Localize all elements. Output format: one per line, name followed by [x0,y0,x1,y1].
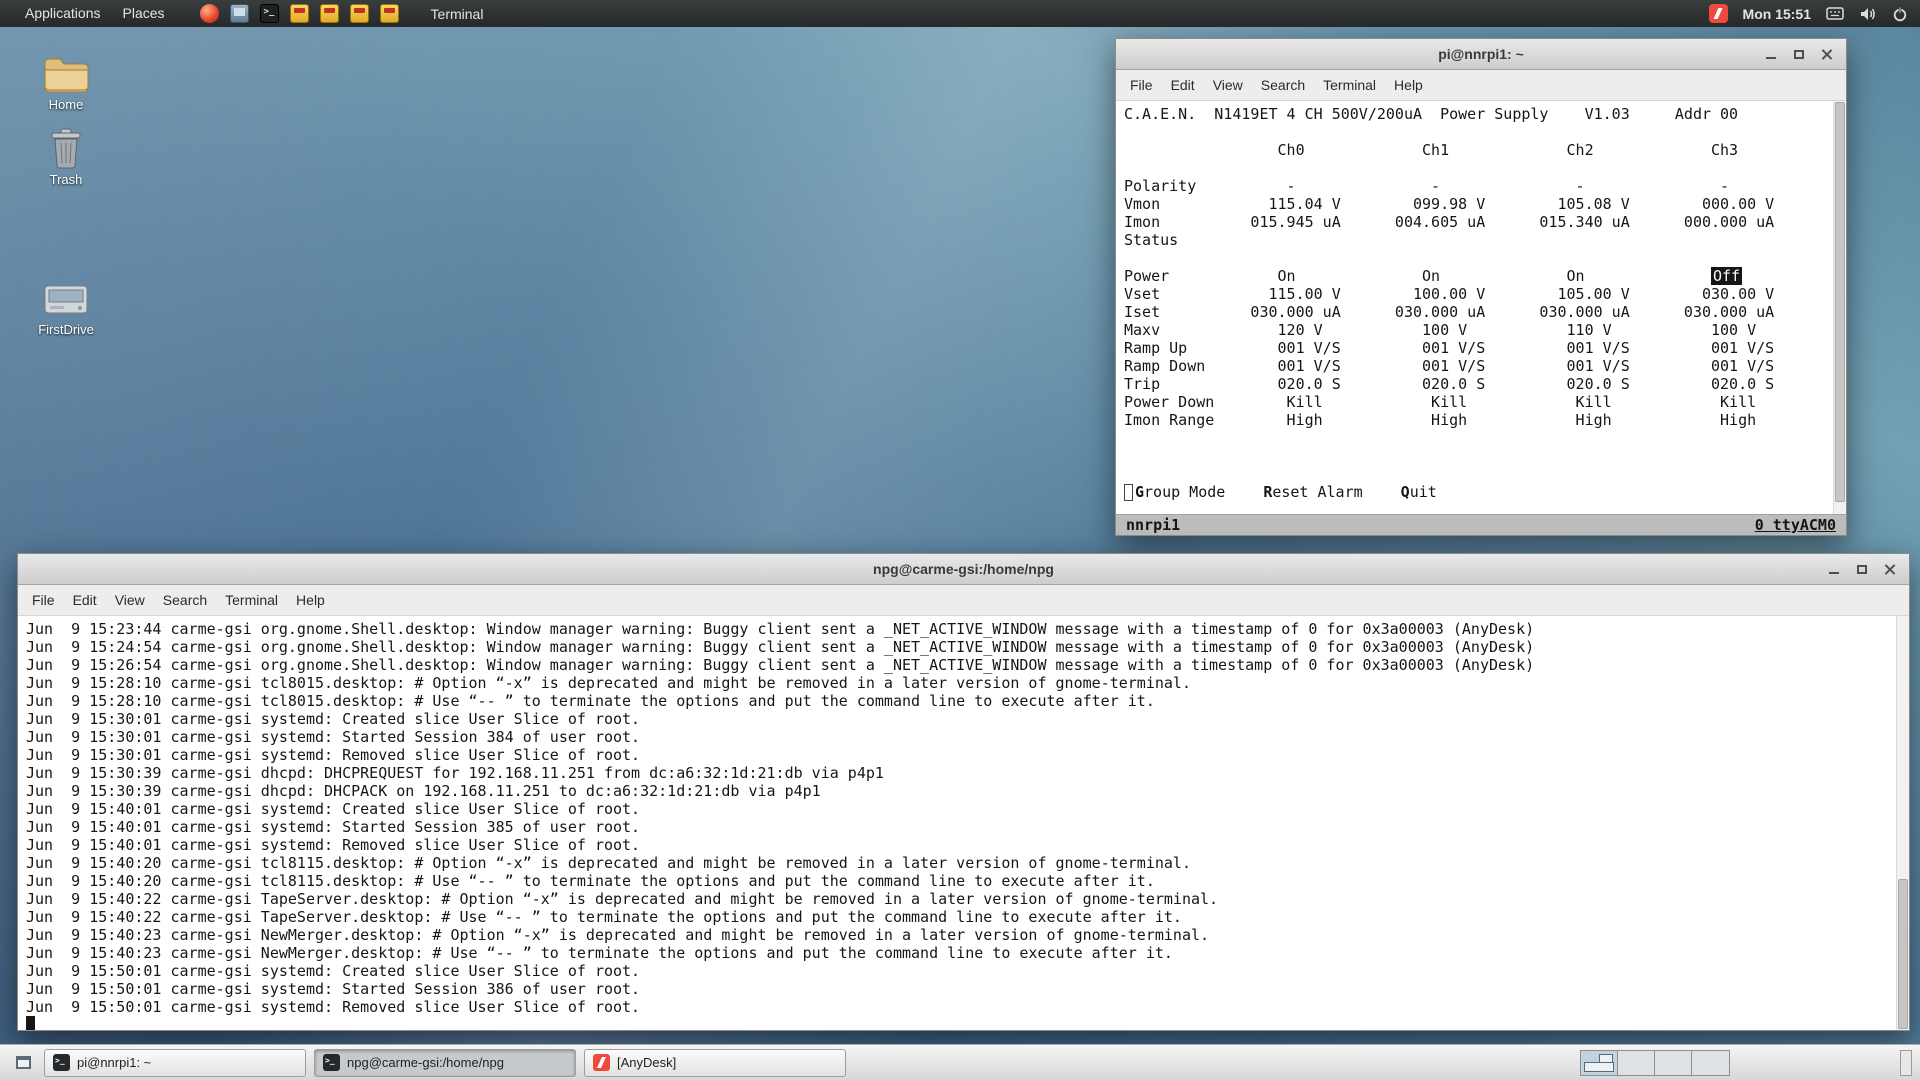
task-button-0[interactable]: pi@nnrpi1: ~ [44,1048,306,1077]
menu-view[interactable]: View [1204,77,1252,93]
caen-action-reset-alarm[interactable]: Reset Alarm [1263,483,1362,501]
log-scrollbar[interactable] [1896,616,1909,1030]
task-button-2[interactable]: [AnyDesk] [584,1048,846,1077]
task-label: pi@nnrpi1: ~ [77,1055,152,1070]
power-off-cell: Off [1711,267,1743,285]
workspace-switcher [1580,1049,1730,1076]
bottom-taskbar: pi@nnrpi1: ~ npg@carme-gsi:/home/npg [AnyD… [0,1044,1920,1080]
menu-terminal[interactable]: Terminal [1314,77,1385,93]
menu-edit[interactable]: Edit [64,592,106,608]
yellow-app-launcher-icon-4[interactable] [379,4,399,23]
terminal-launcher-icon[interactable] [259,4,279,23]
home-folder-icon [44,58,89,93]
menu-terminal[interactable]: Terminal [216,592,287,608]
desktop-icon-home[interactable]: Home [18,54,114,112]
panel-terminal-label[interactable]: Terminal [431,6,484,22]
workspace-4[interactable] [1692,1050,1729,1075]
desktop-icon-label: FirstDrive [38,322,94,337]
yellow-app-launcher-icon-3[interactable] [349,4,369,23]
show-desktop-icon [15,1056,31,1069]
panel-handle[interactable] [1900,1049,1912,1076]
log-terminal-window: npg@carme-gsi:/home/npg File Edit View Sear… [17,553,1910,1031]
caen-scrollbar[interactable] [1833,101,1846,514]
menu-search[interactable]: Search [154,592,216,608]
workspace-mini-window [1584,1061,1614,1072]
log-terminal-area[interactable]: Jun 9 15:23:44 carme-gsi org.gnome.Shell… [18,616,1909,1030]
keyboard-indicator-icon[interactable] [1826,6,1844,21]
menu-search[interactable]: Search [1252,77,1314,93]
log-menubar: File Edit View Search Terminal Help [18,585,1909,616]
caen-terminal-window: pi@nnrpi1: ~ File Edit View Search Terminal H… [1115,38,1847,536]
top-panel: ApplicationsPlaces Terminal Mon 15:51 [0,0,1920,27]
maximize-button[interactable] [1789,44,1809,64]
anydesk-tray-icon[interactable] [1708,4,1728,23]
anydesk-icon [593,1054,610,1071]
desktop-icon-label: Home [48,97,84,112]
volume-icon[interactable] [1859,6,1877,22]
log-titlebar[interactable]: npg@carme-gsi:/home/npg [18,554,1909,585]
workspace-3[interactable] [1655,1050,1692,1075]
caen-screen: C.A.E.N. N1419ET 4 CH 500V/200uA Power S… [1124,105,1775,429]
caen-titlebar[interactable]: pi@nnrpi1: ~ [1116,39,1846,70]
terminal-icon [53,1054,70,1071]
red-orb-launcher-icon[interactable] [199,4,219,23]
terminal-cursor-inactive [1124,483,1133,501]
menu-help[interactable]: Help [287,592,334,608]
terminal-cursor [26,1016,35,1030]
maximize-button[interactable] [1852,559,1872,579]
yellow-app-launcher-icon-2[interactable] [319,4,339,23]
minimize-button[interactable] [1824,559,1844,579]
menu-file[interactable]: File [23,592,64,608]
window-title: npg@carme-gsi:/home/npg [873,561,1054,577]
panel-menu-places[interactable]: Places [112,0,176,27]
panel-launchers [199,4,399,23]
menu-edit[interactable]: Edit [1162,77,1204,93]
files-launcher-icon[interactable] [229,4,249,23]
log-screen: Jun 9 15:23:44 carme-gsi org.gnome.Shell… [18,616,1909,1030]
yellow-app-launcher-icon-1[interactable] [289,4,309,23]
task-button-1[interactable]: npg@carme-gsi:/home/npg [314,1048,576,1077]
close-button[interactable] [1880,559,1900,579]
desktop-icon-firstdrive[interactable]: FirstDrive [18,281,114,337]
panel-menu-applications[interactable]: Applications [14,0,112,27]
window-controls [1824,559,1909,579]
workspace-2[interactable] [1618,1050,1655,1075]
caen-status-port: 0 ttyACM0 [1754,516,1836,534]
trash-icon [51,128,81,169]
workspace-1[interactable] [1581,1050,1618,1075]
panel-menus: Applications Places [14,0,176,27]
caen-status-bar: nnrpi1 0 ttyACM0 [1116,514,1846,535]
close-button[interactable] [1817,44,1837,64]
caen-action-group-mode[interactable]: Group Mode [1135,483,1225,501]
removable-drive-icon [44,285,88,314]
desktop-icon-label: Trash [49,172,83,187]
minimize-button[interactable] [1761,44,1781,64]
scrollbar-thumb[interactable] [1835,102,1845,502]
caen-actions-row: Group Mode Reset Alarm Quit [1124,483,1846,501]
menu-file[interactable]: File [1121,77,1162,93]
scrollbar-thumb[interactable] [1898,879,1908,1029]
clock[interactable]: Mon 15:51 [1743,6,1811,22]
desktop-icon-trash[interactable]: Trash [18,127,114,187]
window-title: pi@nnrpi1: ~ [1438,46,1524,62]
power-icon[interactable] [1892,6,1908,22]
panel-status-area: Mon 15:51 [1708,4,1908,23]
window-controls [1761,44,1846,64]
taskbar-window-list: pi@nnrpi1: ~ npg@carme-gsi:/home/npg [AnyD… [44,1048,846,1077]
show-desktop-button[interactable] [10,1050,36,1076]
terminal-icon [323,1054,340,1071]
caen-status-host: nnrpi1 [1126,516,1181,534]
menu-view[interactable]: View [106,592,154,608]
caen-terminal-area[interactable]: C.A.E.N. N1419ET 4 CH 500V/200uA Power S… [1116,101,1846,535]
menu-help[interactable]: Help [1385,77,1432,93]
task-label: [AnyDesk] [617,1055,677,1070]
caen-menubar: File Edit View Search Terminal Help [1116,70,1846,101]
caen-action-quit[interactable]: Quit [1401,483,1437,501]
task-label: npg@carme-gsi:/home/npg [347,1055,504,1070]
